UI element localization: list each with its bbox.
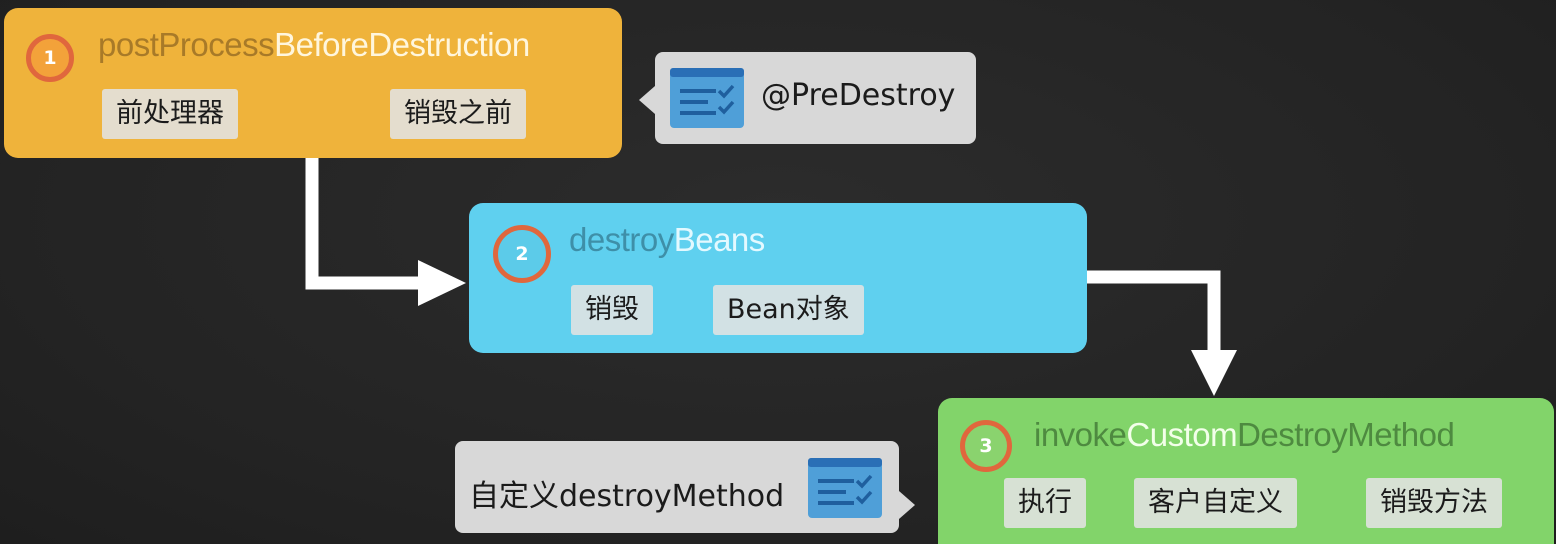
arrow-step1-to-step2 bbox=[305, 158, 420, 290]
step-2-box: 2 destroyBeans 销毁 Bean对象 bbox=[469, 203, 1087, 353]
step-2-number-badge: 2 bbox=[493, 225, 551, 283]
step-1-title-part: Process bbox=[158, 26, 275, 63]
step-1-tag: 销毁之前 bbox=[390, 89, 526, 139]
step-3-tag: 客户自定义 bbox=[1134, 478, 1297, 528]
step-3-title-part: invoke bbox=[1034, 416, 1127, 453]
arrowhead-step2 bbox=[418, 260, 466, 306]
step-3-title-part: Destroy bbox=[1237, 416, 1348, 453]
diagram-canvas: 1 postProcessBeforeDestruction 前处理器 销毁之前… bbox=[0, 0, 1556, 544]
step-2-tag: Bean对象 bbox=[713, 285, 864, 335]
step-1-title: postProcessBeforeDestruction bbox=[98, 26, 530, 64]
step-1-box: 1 postProcessBeforeDestruction 前处理器 销毁之前 bbox=[4, 8, 622, 158]
step-2-title-part: Beans bbox=[673, 221, 766, 258]
step-1-title-part: Destruction bbox=[368, 26, 530, 63]
step-1-tag: 前处理器 bbox=[102, 89, 238, 139]
step-1-title-part: post bbox=[98, 26, 159, 63]
step-3-title-part: Method bbox=[1347, 416, 1455, 453]
checklist-document-icon bbox=[670, 68, 744, 128]
step-3-title: invokeCustomDestroyMethod bbox=[1034, 416, 1455, 454]
step-3-number-badge: 3 bbox=[960, 420, 1012, 472]
predestroy-note: @PreDestroy bbox=[639, 52, 976, 144]
step-1-title-part: Before bbox=[274, 26, 369, 63]
step-2-title-part: destroy bbox=[569, 221, 674, 258]
arrowhead-step3 bbox=[1191, 350, 1237, 396]
custom-destroy-method-note: 自定义destroyMethod bbox=[455, 441, 915, 533]
predestroy-note-label: @PreDestroy bbox=[761, 78, 956, 113]
step-2-tag: 销毁 bbox=[571, 285, 653, 335]
custom-destroy-method-note-label: 自定义destroyMethod bbox=[469, 479, 785, 514]
arrow-step2-to-step3 bbox=[1087, 270, 1221, 352]
step-3-box: 3 invokeCustomDestroyMethod 执行 客户自定义 销毁方… bbox=[938, 398, 1554, 544]
step-3-title-part: Custom bbox=[1126, 416, 1238, 453]
checklist-document-icon bbox=[808, 458, 882, 518]
step-3-tag: 销毁方法 bbox=[1366, 478, 1502, 528]
step-2-title: destroyBeans bbox=[569, 221, 765, 259]
step-3-tag: 执行 bbox=[1004, 478, 1086, 528]
step-1-number-badge: 1 bbox=[26, 34, 74, 82]
